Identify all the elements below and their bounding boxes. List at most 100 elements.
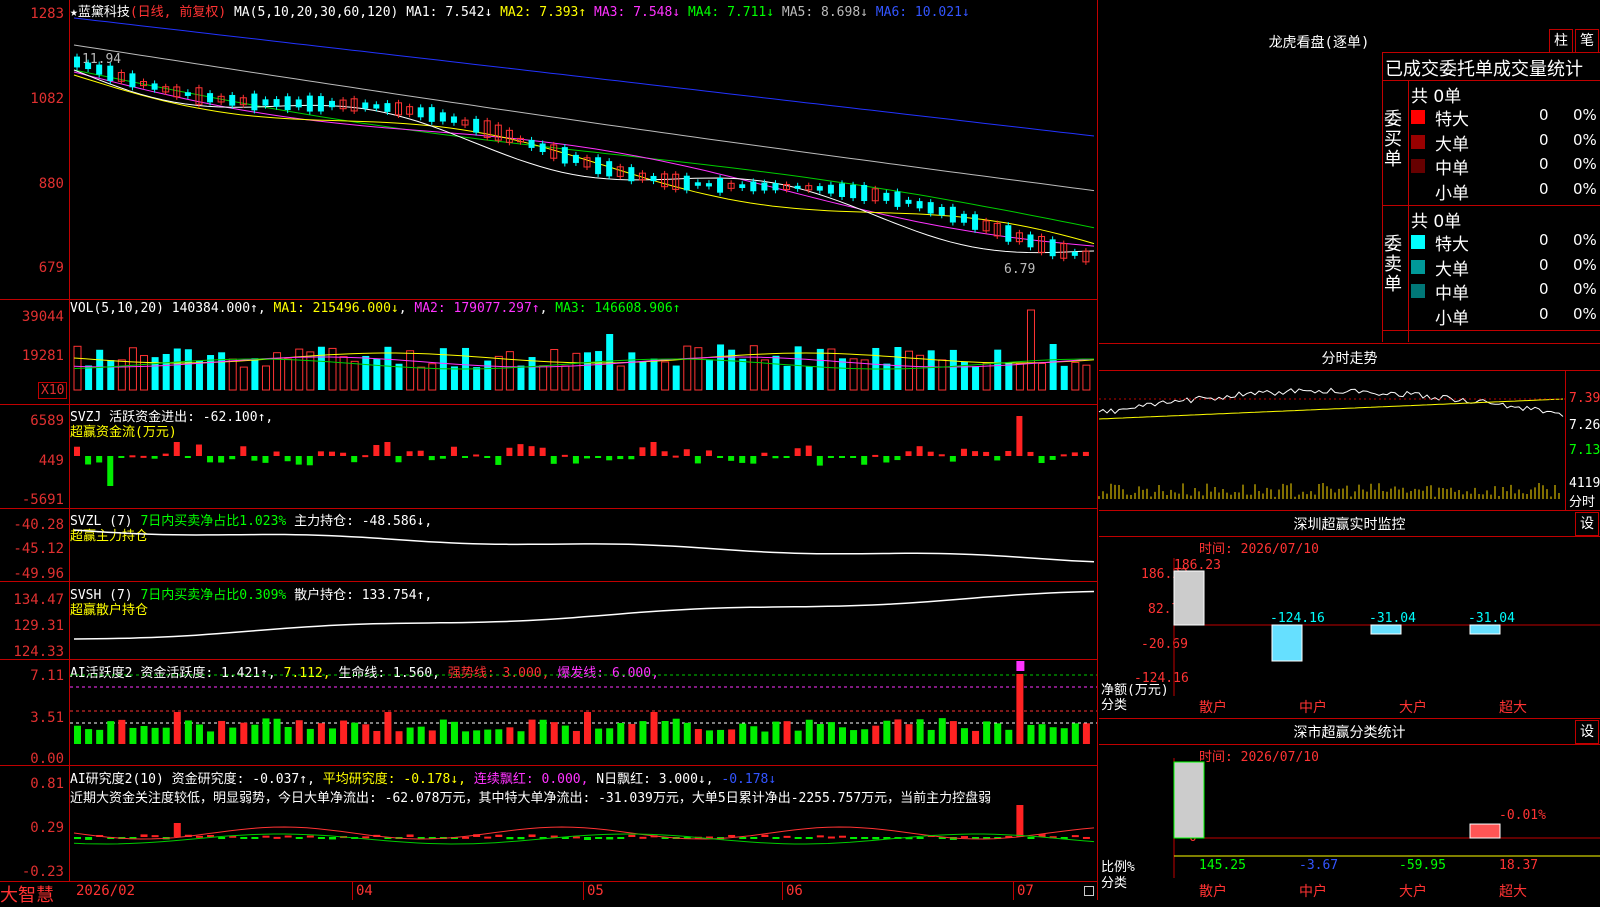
candle	[1049, 239, 1056, 257]
ai-activity-chart[interactable]	[0, 659, 1098, 765]
buy-row-count: 0	[1539, 179, 1549, 198]
research-bar	[1082, 836, 1090, 839]
flow-bar	[960, 448, 967, 456]
research-bar	[151, 835, 159, 838]
flow-bar	[550, 456, 557, 464]
retail-holding-chart[interactable]	[0, 581, 1098, 659]
flow-bar	[295, 456, 302, 465]
activity-bar	[816, 724, 824, 744]
candle	[473, 118, 480, 133]
sell-swatch	[1411, 284, 1425, 298]
research-bar	[960, 836, 968, 839]
research-bar	[284, 835, 292, 838]
volume-bar	[140, 355, 149, 391]
activity-bar	[772, 721, 780, 744]
activity-bar	[207, 731, 215, 744]
intraday-chart[interactable]	[1098, 343, 1565, 510]
candlestick-chart[interactable]	[0, 0, 1098, 300]
research-bar	[317, 837, 325, 839]
activity-bar	[384, 712, 392, 744]
divider	[1383, 330, 1600, 331]
activity-bar	[406, 727, 414, 744]
main-holding-chart[interactable]	[0, 508, 1098, 582]
monitor-bar-chart[interactable]: 186.23 -124.16 -31.04 -31.04	[1099, 510, 1600, 718]
activity-bar	[151, 727, 159, 744]
volume-bar	[616, 365, 625, 391]
candle	[850, 184, 857, 199]
ai-research-chart[interactable]	[0, 765, 1098, 882]
flow-bar	[728, 456, 735, 461]
activity-bar	[251, 724, 259, 744]
activity-bar	[118, 719, 126, 744]
kline-chart-area[interactable]: ★蓝黛科技(日线, 前复权) MA(5,10,20,30,60,120) MA1…	[0, 0, 1098, 906]
activity-bar	[661, 720, 669, 744]
flow-bar	[262, 456, 269, 463]
sell-row-count: 0	[1539, 231, 1549, 249]
volume-bar	[672, 365, 680, 390]
bar-mode-button[interactable]: 柱	[1549, 29, 1573, 53]
fund-flow-chart[interactable]	[0, 404, 1098, 508]
candle	[362, 102, 369, 109]
research-bar	[816, 835, 824, 838]
research-bar	[495, 834, 503, 837]
research-bar	[295, 837, 303, 839]
candle	[184, 92, 191, 96]
flow-bar	[506, 447, 513, 456]
monitor-bar	[1370, 624, 1402, 635]
volume-bar	[251, 358, 259, 390]
research-bar	[772, 837, 780, 839]
activity-bar	[628, 723, 636, 744]
activity-bar	[484, 729, 492, 744]
candle	[960, 213, 967, 223]
activity-bar	[462, 731, 470, 744]
candle	[750, 181, 757, 192]
volume-bar	[982, 362, 991, 391]
activity-bar	[827, 722, 835, 744]
sell-row: 大单 0 0%	[1411, 255, 1599, 280]
volume-bar	[739, 358, 747, 390]
candle	[827, 184, 834, 194]
research-bar	[484, 836, 492, 839]
activity-bar	[340, 720, 348, 744]
research-bar	[1071, 835, 1079, 838]
monitor-bar	[1469, 624, 1501, 635]
volume-chart[interactable]	[0, 300, 1098, 410]
volume-bar	[494, 355, 503, 391]
candle	[694, 182, 701, 186]
sell-rows: 特大 0 0% 大单 0 0% 中单 0 0% 小单 0 0%	[1411, 230, 1599, 329]
volume-bar	[994, 349, 1002, 390]
activity-bar	[584, 712, 591, 744]
sell-swatch	[1411, 259, 1425, 274]
candle	[650, 175, 657, 182]
lock-icon[interactable]	[1084, 886, 1094, 896]
activity-bar	[750, 726, 758, 744]
volume-bar	[705, 359, 713, 390]
sell-row-pct: 0%	[1573, 280, 1597, 298]
flow-bar	[1038, 456, 1045, 464]
buy-row-pct: 0%	[1573, 179, 1597, 198]
volume-bar	[717, 344, 725, 390]
candle	[683, 175, 690, 191]
buy-row: 中单 0 0%	[1411, 154, 1599, 179]
activity-bar	[550, 722, 558, 744]
activity-bar	[373, 730, 381, 744]
research-bar	[628, 834, 636, 837]
intraday-panel[interactable]: 分时走势 7.39 7.26 7.13 4119 分时	[1098, 343, 1600, 510]
activity-bar	[705, 730, 713, 744]
activity-bar	[450, 721, 458, 744]
activity-bar	[639, 721, 647, 744]
classify-bar-chart[interactable]	[1099, 718, 1600, 900]
candle	[1027, 234, 1034, 248]
tick-mode-button[interactable]: 笔	[1575, 29, 1599, 53]
research-bar	[85, 837, 93, 840]
candle	[107, 65, 114, 81]
flow-bar	[284, 456, 291, 462]
flow-bar	[584, 456, 590, 459]
sell-row-count: 0	[1539, 304, 1549, 323]
flow-bar	[861, 456, 868, 465]
flow-bar	[850, 456, 857, 458]
volume-bar	[539, 365, 548, 391]
research-bar	[617, 837, 625, 839]
research-bar	[783, 835, 791, 838]
activity-bar	[173, 712, 181, 744]
